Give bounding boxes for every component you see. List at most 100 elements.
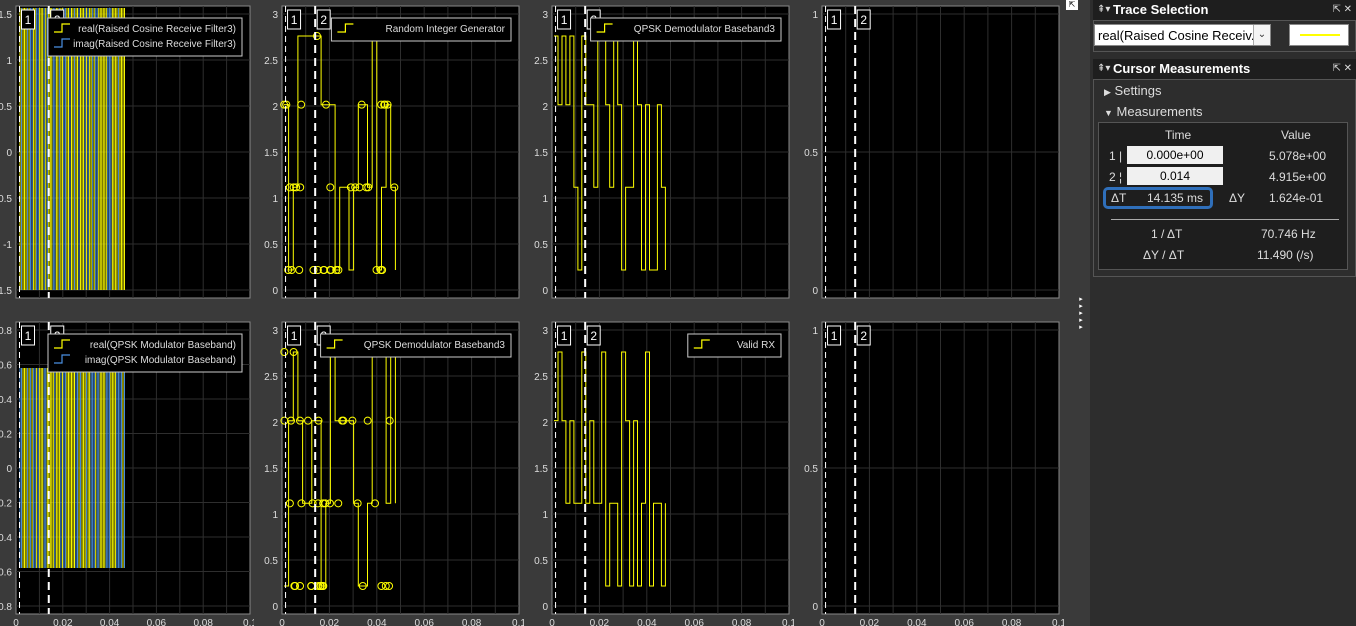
delta-y-label: ΔY (1229, 191, 1246, 205)
x-tick-label: 0.06 (147, 618, 167, 626)
y-tick-label: 1 (542, 510, 548, 521)
trace-select-value: real(Raised Cosine Receiv... (1098, 28, 1262, 43)
inv-delta-t-label: 1 / ΔT (1151, 227, 1183, 241)
y-tick-label: 1.5 (534, 148, 548, 159)
legend-entry: QPSK Demodulator Baseband3 (364, 340, 506, 351)
side-panel: ⇞▾ Trace Selection ⇱ ✕ real(Raised Cosin… (1090, 0, 1356, 626)
plot-panel-2[interactable]: 3 2.5 2 1.5 1 0.5 0 1 2 Random Integer Generator (254, 0, 524, 310)
measurements-table: Time Value 1 | 0.000e+00 5.078e+00 2 ¦ 0… (1098, 122, 1348, 270)
expand-arrows-icon[interactable]: ▸ ▸ ▸ ▸ ▸ (1076, 296, 1086, 332)
y-tick-label: 0.5 (264, 240, 278, 251)
x-tick-label: 0.04 (367, 618, 387, 626)
x-tick-label: 0.04 (907, 618, 927, 626)
x-tick-label: 0 (13, 618, 19, 626)
y-tick-label: 1 (6, 56, 12, 67)
x-tick-label: 0 (279, 618, 285, 626)
x-tick-label: 0.1 (512, 618, 524, 626)
delta-t-value: 14.135 ms (1147, 191, 1204, 205)
cursor-1-time-field[interactable]: 0.000e+00 (1127, 146, 1223, 164)
plot-panel-1[interactable]: 1.510.50-0.5-1-1.512real(Raised Cosine R… (0, 0, 254, 310)
y-tick-label: 0.5 (264, 556, 278, 567)
cursor-label: 1 (25, 13, 32, 27)
y-tick-label: 3 (272, 10, 278, 21)
cursor-label: 2 (860, 13, 867, 27)
x-tick-label: 0.04 (637, 618, 657, 626)
y-tick-label: 0.6 (0, 361, 12, 372)
plot-panel-7[interactable]: 3 2.5 2 1.5 1 0.5 0 0 0.02 0.04 0.06 0.08 0.1 1 2 Valid… (524, 316, 794, 626)
cursor-measurements-header: ⇞▾ Cursor Measurements ⇱ ✕ (1093, 59, 1356, 79)
dy-dt-value: 11.490 (/s) (1257, 248, 1314, 262)
plot-panel-3[interactable]: 32.521.510.5012QPSK Demodulator Baseband… (524, 0, 794, 310)
cursor-label: 1 (831, 13, 838, 27)
legend-entry: imag(QPSK Modulator Baseband) (85, 355, 236, 366)
plot-panel-6[interactable]: 32.521.510.5000.020.040.060.080.112QPSK … (254, 316, 524, 626)
cursor-2-time-field[interactable]: 0.014 (1127, 167, 1223, 185)
y-tick-label: 1 (812, 326, 818, 337)
y-tick-label: 0.5 (0, 102, 12, 113)
x-tick-label: 0.08 (1002, 618, 1022, 626)
legend-entry: real(Raised Cosine Receive Filter3) (78, 24, 236, 35)
cursor-label: 1 (561, 13, 568, 27)
pin-icon[interactable]: ⇞▾ (1097, 0, 1110, 20)
y-tick-label: -0.2 (0, 499, 12, 510)
y-tick-label: 1 (272, 194, 278, 205)
measurements-node[interactable]: ▼ Measurements (1104, 104, 1203, 119)
y-tick-label: 0.8 (0, 326, 12, 337)
cursor-2-label: 2 ¦ (1109, 170, 1123, 184)
y-tick-label: 1.5 (0, 10, 12, 21)
x-tick-label: 0.1 (1052, 618, 1064, 626)
x-tick-label: 0.1 (782, 618, 794, 626)
trace-selection-title: Trace Selection (1113, 2, 1209, 17)
line-style-swatch[interactable] (1289, 24, 1349, 46)
y-tick-label: 0.5 (534, 556, 548, 567)
y-tick-label: 3 (542, 326, 548, 337)
y-tick-label: 0.5 (804, 148, 818, 159)
y-tick-label: 2.5 (534, 56, 548, 67)
y-tick-label: 0 (812, 602, 818, 613)
y-tick-label: 0 (812, 286, 818, 297)
undock-close-icon[interactable]: ⇱ ✕ (1332, 0, 1352, 20)
x-tick-label: 0.02 (590, 618, 610, 626)
scope-figure: 1.5 1 0.5 0 -0.5 -1 -1.5 1 2 real(Raised Cosine R… (0, 0, 1088, 626)
y-tick-label: 0 (272, 286, 278, 297)
cursor-label: 1 (561, 329, 568, 343)
y-tick-label: 0.2 (0, 430, 12, 441)
x-tick-label: 0.08 (732, 618, 752, 626)
pin-icon[interactable]: ⇞▾ (1097, 59, 1110, 79)
cursor-label: 2 (590, 329, 597, 343)
line-color-sample (1300, 34, 1340, 36)
x-tick-label: 0 (549, 618, 555, 626)
y-tick-label: 2 (272, 102, 278, 113)
x-tick-label: 0.02 (53, 618, 73, 626)
trace-select-dropdown[interactable]: real(Raised Cosine Receiv... ⌄ (1094, 24, 1271, 46)
y-tick-label: -1 (3, 240, 12, 251)
cursor-measurements-title: Cursor Measurements (1113, 61, 1251, 76)
measurements-label: Measurements (1116, 104, 1203, 119)
x-tick-label: 0.08 (193, 618, 213, 626)
plot-panel-4[interactable]: 1 0.5 0 1 2 (794, 0, 1064, 310)
scope-corner-icon[interactable]: ⇱ (1066, 0, 1078, 10)
cursor-label: 1 (291, 329, 298, 343)
y-tick-label: 2.5 (264, 56, 278, 67)
x-tick-label: 0.1 (243, 618, 254, 626)
chevron-down-icon[interactable]: ⌄ (1253, 25, 1270, 45)
y-tick-label: 0 (6, 464, 12, 475)
y-tick-label: 3 (272, 326, 278, 337)
y-tick-label: -0.5 (0, 194, 12, 205)
y-tick-label: 1 (272, 510, 278, 521)
y-tick-label: 0 (542, 286, 548, 297)
trace-selection-header: ⇞▾ Trace Selection ⇱ ✕ (1093, 0, 1356, 20)
plot-panel-5[interactable]: 0.80.60.40.20-0.2-0.4-0.6-0.800.020.040.… (0, 316, 254, 626)
legend-entry: imag(Raised Cosine Receive Filter3) (73, 39, 236, 50)
undock-close-icon[interactable]: ⇱ ✕ (1332, 59, 1352, 79)
cursor-1-value: 5.078e+00 (1269, 149, 1327, 163)
y-tick-label: 0 (272, 602, 278, 613)
plot-panel-8[interactable]: 1 0.5 0 0 0.02 0.04 0.06 0.08 0.1 1 2 (794, 316, 1064, 626)
y-tick-label: 0.4 (0, 395, 12, 406)
cursor-label: 2 (860, 329, 867, 343)
legend-entry: real(QPSK Modulator Baseband) (90, 340, 236, 351)
settings-node[interactable]: ▶ Settings (1104, 83, 1162, 98)
dy-dt-label: ΔY / ΔT (1143, 248, 1185, 262)
y-tick-label: 0 (6, 148, 12, 159)
y-tick-label: 1 (542, 194, 548, 205)
